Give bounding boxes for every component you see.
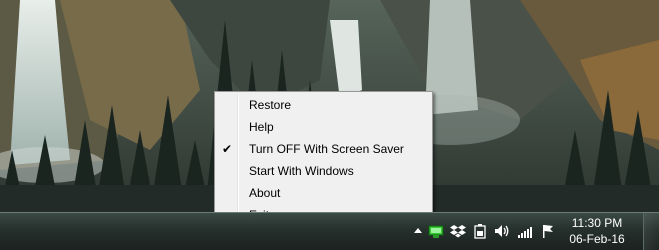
action-center-flag-icon[interactable] [540,223,556,239]
system-clock[interactable]: 11:30 PM 06-Feb-16 [565,215,629,247]
menu-item-turn-off-with-screen-saver[interactable]: ✔ Turn OFF With Screen Saver [215,138,432,160]
dropbox-icon[interactable] [450,223,466,239]
battery-icon[interactable] [472,223,488,239]
checkmark-icon: ✔ [222,142,233,156]
menu-item-label: About [249,186,281,200]
clock-time: 11:30 PM [571,216,623,230]
clock-date: 06-Feb-16 [569,232,625,246]
network-signal-icon[interactable] [517,223,533,239]
app-monitor-icon[interactable] [428,223,444,239]
menu-item-label: Restore [249,98,292,112]
tray-context-menu: Restore Help ✔ Turn OFF With Screen Save… [214,91,433,228]
menu-item-label: Help [249,120,274,134]
show-hidden-icons-arrow-icon[interactable] [410,223,426,239]
menu-item-start-with-windows[interactable]: Start With Windows [215,160,432,182]
volume-icon[interactable] [494,223,510,239]
menu-item-label: Turn OFF With Screen Saver [249,142,404,156]
taskbar: 11:30 PM 06-Feb-16 [0,212,659,250]
menu-item-help[interactable]: Help [215,116,432,138]
menu-item-label: Start With Windows [249,164,354,178]
menu-item-restore[interactable]: Restore [215,94,432,116]
menu-item-about[interactable]: About [215,182,432,204]
show-desktop-button[interactable] [643,213,659,250]
